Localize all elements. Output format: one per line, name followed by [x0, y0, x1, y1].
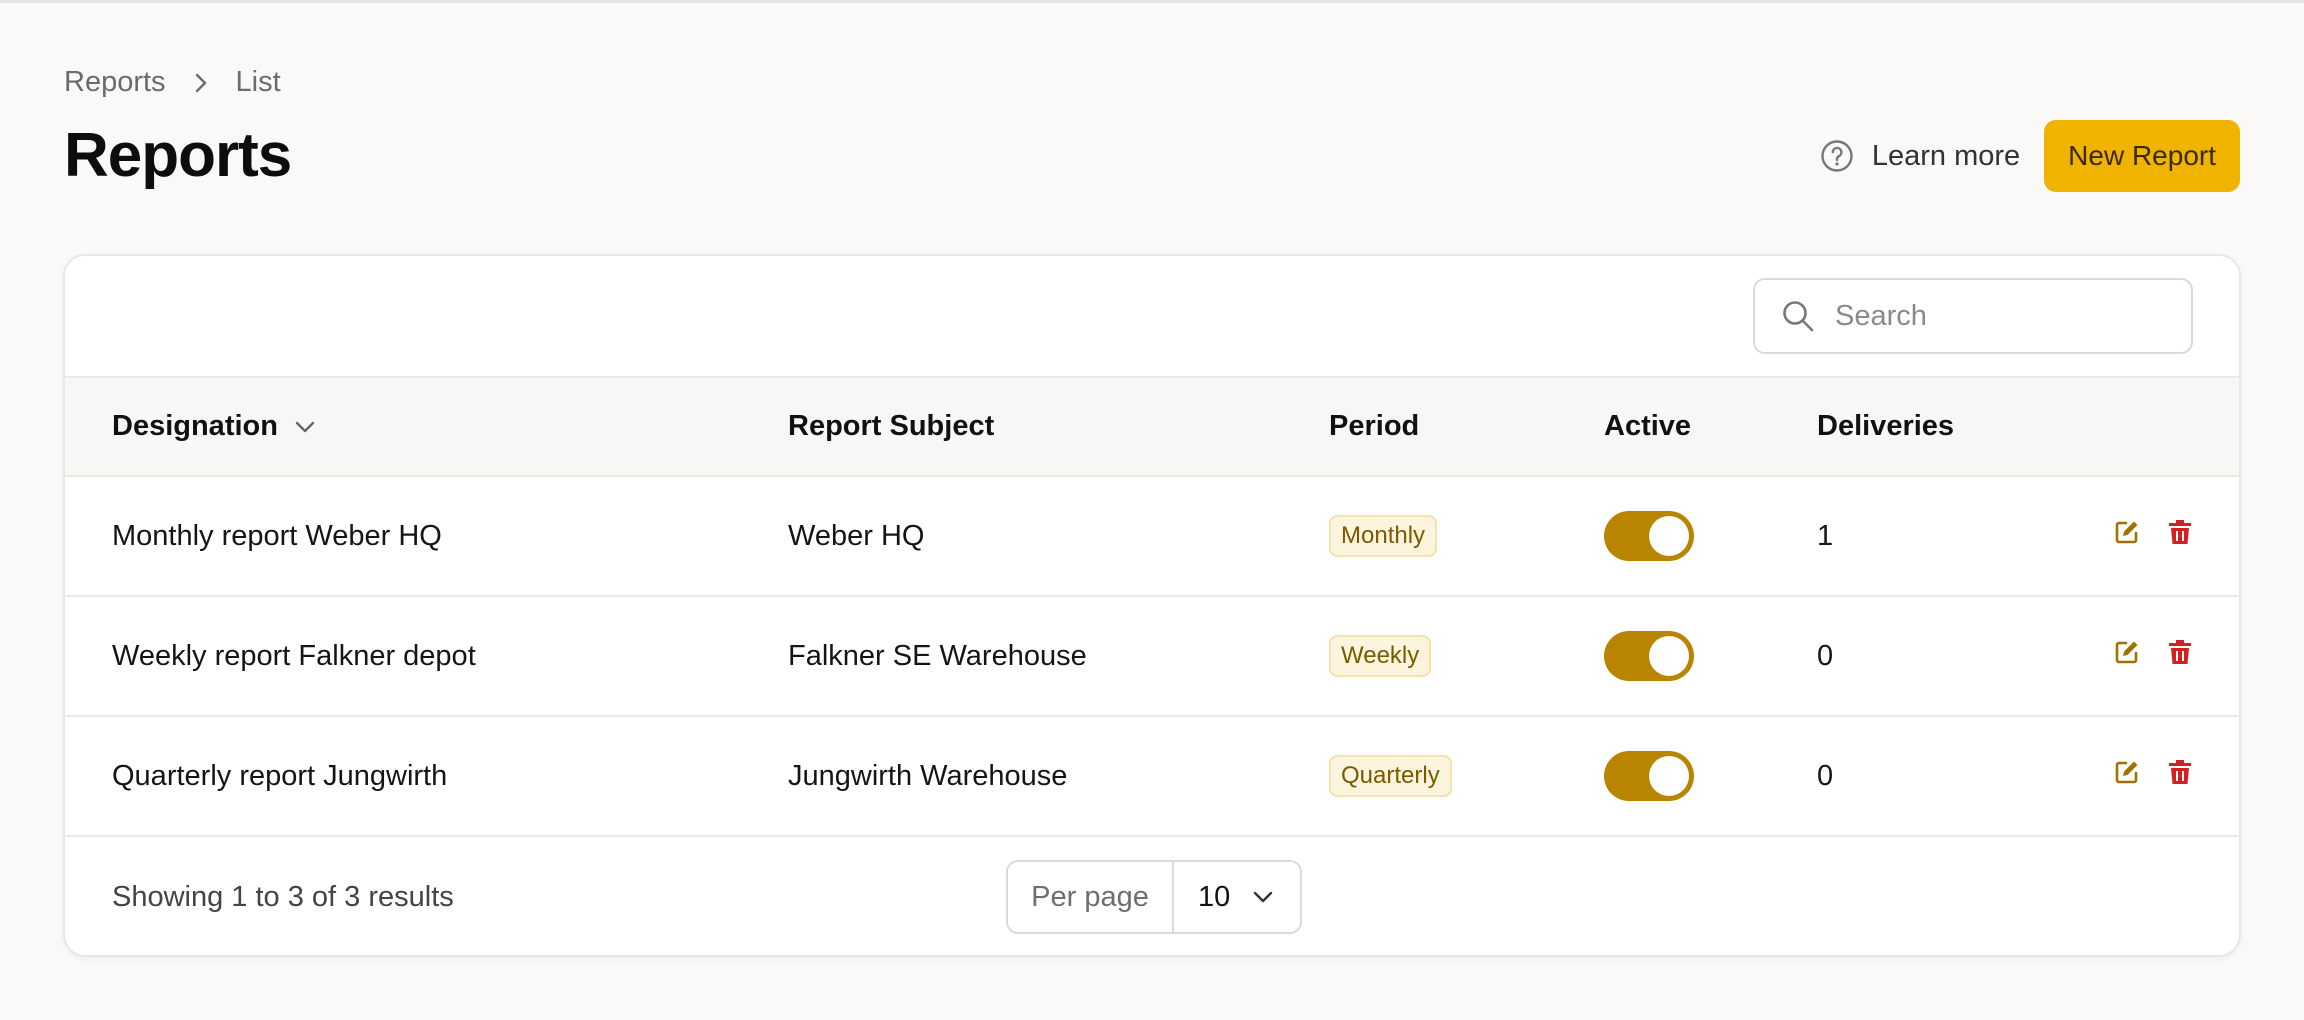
cell-active — [1604, 476, 1817, 596]
breadcrumb: Reports List — [64, 66, 281, 99]
period-badge: Monthly — [1329, 515, 1438, 557]
table-row: Monthly report Weber HQ Weber HQ Monthly… — [65, 476, 2239, 596]
column-header-active: Active — [1604, 410, 1692, 442]
toggle-knob — [1649, 636, 1689, 676]
cell-designation: Monthly report Weber HQ — [112, 519, 442, 552]
cell-subject: Falkner SE Warehouse — [788, 639, 1087, 672]
results-summary: Showing 1 to 3 of 3 results — [112, 880, 454, 913]
cell-period: Monthly — [1329, 476, 1604, 596]
trash-icon[interactable] — [2167, 518, 2193, 546]
cell-designation: Quarterly report Jungwirth — [112, 759, 448, 792]
toggle-knob — [1649, 756, 1689, 796]
reports-table: Designation Report Subject Period Active… — [65, 378, 2239, 837]
cell-actions — [2077, 716, 2239, 836]
column-header-designation[interactable]: Designation — [65, 378, 788, 476]
column-header-deliveries: Deliveries — [1817, 410, 1955, 442]
search-box — [1753, 278, 2193, 354]
column-header-actions — [2077, 378, 2239, 476]
cell-designation: Weekly report Falkner depot — [112, 639, 476, 672]
cell-subject: Jungwirth Warehouse — [788, 759, 1068, 792]
period-badge: Weekly — [1329, 635, 1432, 677]
trash-icon[interactable] — [2167, 758, 2193, 786]
breadcrumb-current: List — [235, 66, 281, 98]
cell-active — [1604, 596, 1817, 716]
column-header-subject: Report Subject — [788, 410, 995, 442]
edit-icon[interactable] — [2113, 518, 2141, 546]
column-header-period: Period — [1329, 410, 1420, 442]
header-actions: Learn more New Report — [1820, 120, 2240, 192]
per-page-label: Per page — [1008, 862, 1174, 932]
search-input[interactable] — [1835, 299, 2175, 333]
learn-more-label: Learn more — [1871, 139, 2021, 172]
page-title: Reports — [64, 121, 292, 190]
cell-deliveries: 1 — [1817, 519, 1834, 552]
active-toggle[interactable] — [1604, 751, 1694, 801]
active-toggle[interactable] — [1604, 511, 1694, 561]
toggle-knob — [1649, 516, 1689, 556]
chevron-down-icon — [278, 420, 316, 434]
cell-deliveries: 0 — [1817, 759, 1834, 792]
per-page-value: 10 — [1198, 880, 1231, 913]
edit-icon[interactable] — [2113, 638, 2141, 666]
cell-period: Weekly — [1329, 596, 1604, 716]
cell-subject: Weber HQ — [788, 519, 925, 552]
question-circle-icon — [1820, 139, 1872, 173]
active-toggle[interactable] — [1604, 631, 1694, 681]
table-row: Quarterly report Jungwirth Jungwirth War… — [65, 716, 2239, 836]
table-row: Weekly report Falkner depot Falkner SE W… — [65, 596, 2239, 716]
learn-more-link[interactable]: Learn more — [1820, 139, 2020, 173]
chevron-right-icon — [194, 72, 208, 94]
top-border — [0, 0, 2304, 3]
edit-icon[interactable] — [2113, 758, 2141, 786]
trash-icon[interactable] — [2167, 638, 2193, 666]
search-icon — [1781, 299, 1835, 333]
chevron-down-icon — [1230, 890, 1274, 904]
table-footer: Showing 1 to 3 of 3 results Per page 10 — [65, 837, 2239, 955]
cell-period: Quarterly — [1329, 716, 1604, 836]
cell-deliveries: 0 — [1817, 639, 1834, 672]
cell-actions — [2077, 476, 2239, 596]
column-header-designation-label: Designation — [112, 410, 278, 442]
table-toolbar — [65, 256, 2239, 378]
per-page-control: Per page 10 — [1006, 860, 1302, 934]
reports-table-card: Designation Report Subject Period Active… — [63, 254, 2241, 957]
table-header-row: Designation Report Subject Period Active… — [65, 378, 2239, 476]
new-report-button[interactable]: New Report — [2044, 120, 2240, 192]
cell-actions — [2077, 596, 2239, 716]
per-page-select[interactable]: 10 — [1174, 881, 1300, 914]
breadcrumb-reports-link[interactable]: Reports — [64, 66, 166, 99]
cell-active — [1604, 716, 1817, 836]
period-badge: Quarterly — [1329, 755, 1452, 797]
